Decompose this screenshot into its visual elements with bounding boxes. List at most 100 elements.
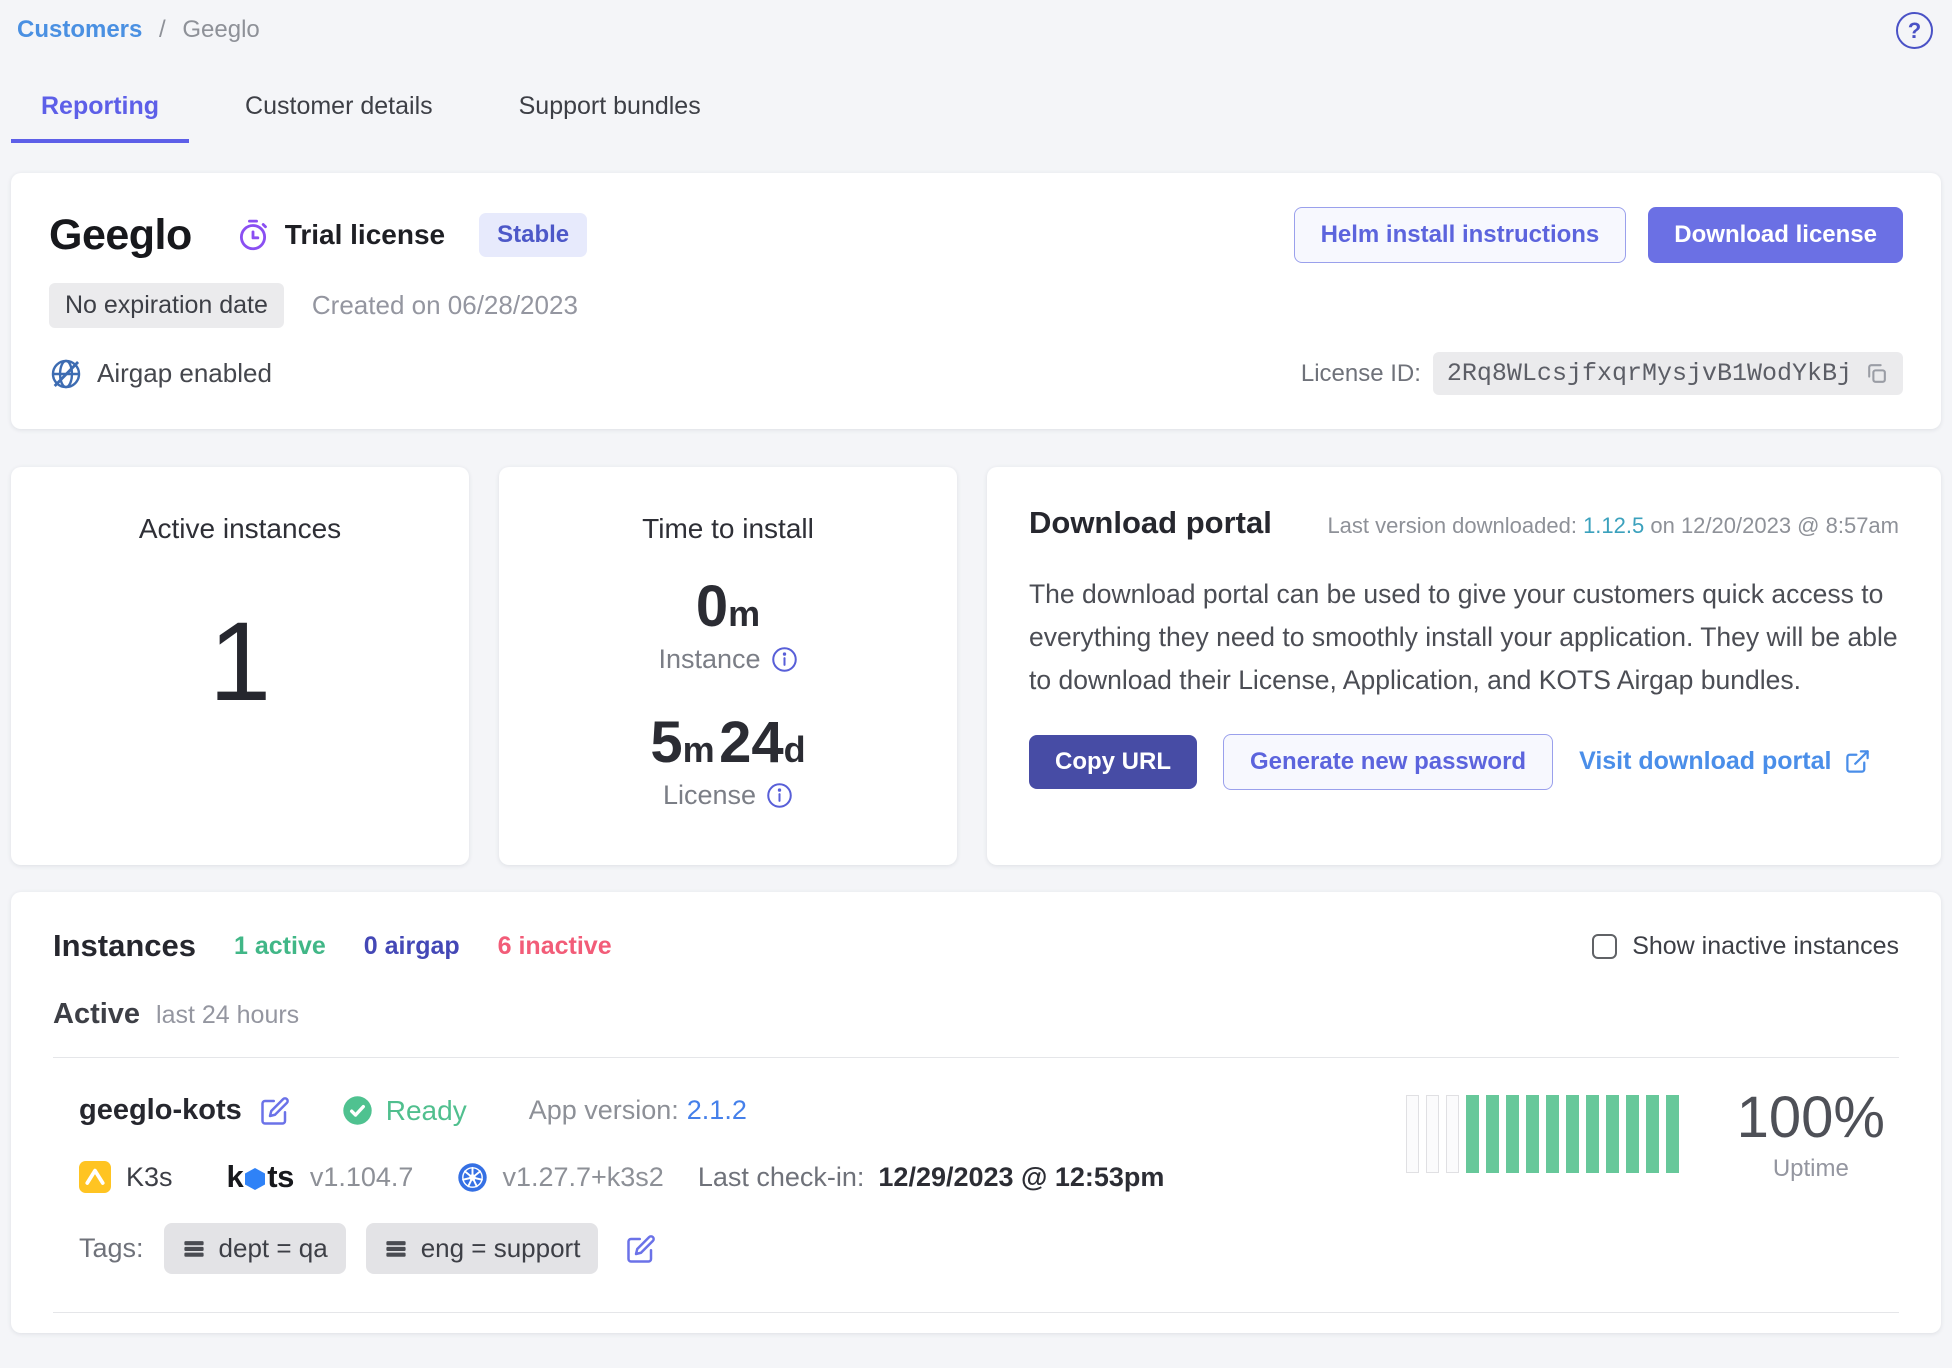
active-instances-value: 1: [11, 597, 469, 726]
kots-logo-o-icon: [245, 1168, 265, 1190]
download-license-button[interactable]: Download license: [1648, 207, 1903, 263]
active-section-header: Active last 24 hours: [53, 998, 1899, 1031]
uptime-bar: [1446, 1095, 1459, 1173]
download-portal-card: Download portal Last version downloaded:…: [987, 467, 1941, 865]
instances-card: Instances 1 active 0 airgap 6 inactive S…: [11, 892, 1941, 1333]
copy-url-button[interactable]: Copy URL: [1029, 735, 1197, 789]
help-icon[interactable]: ?: [1896, 12, 1933, 49]
active-section-subtitle: last 24 hours: [156, 1001, 299, 1030]
created-date: Created on 06/28/2023: [312, 290, 578, 321]
kots-logo-k: k: [227, 1159, 244, 1195]
tab-customer-details[interactable]: Customer details: [215, 82, 463, 143]
license-id-row: License ID: 2Rq8WLcsjfxqrMysjvB1WodYkBj: [1301, 352, 1903, 395]
license-install-days-value: 24: [719, 710, 784, 775]
copy-icon[interactable]: [1864, 361, 1889, 386]
kubernetes-version: v1.27.7+k3s2: [502, 1162, 663, 1193]
expiration-badge: No expiration date: [49, 283, 284, 328]
helm-install-instructions-button[interactable]: Helm install instructions: [1294, 207, 1627, 263]
tags-label: Tags:: [79, 1233, 144, 1264]
show-inactive-checkbox[interactable]: [1592, 934, 1617, 959]
active-section-title: Active: [53, 998, 140, 1031]
tag-pill: eng = support: [366, 1223, 599, 1274]
kots-version: v1.104.7: [310, 1162, 414, 1193]
ready-check-icon: [342, 1095, 373, 1126]
app-version: App version:2.1.2: [529, 1095, 747, 1126]
instances-header: Instances 1 active 0 airgap 6 inactive S…: [53, 928, 1899, 964]
show-inactive-label: Show inactive instances: [1632, 932, 1899, 961]
uptime-bars: [1406, 1095, 1679, 1173]
tags-row: Tags: dept = qaeng = support: [79, 1223, 1889, 1274]
customer-name: Geeglo: [49, 211, 192, 260]
tag-icon: [182, 1237, 206, 1261]
uptime-bar: [1426, 1095, 1439, 1173]
breadcrumb: Customers / Geeglo: [17, 16, 1935, 44]
tab-bar: Reporting Customer details Support bundl…: [11, 82, 1941, 143]
app-version-link[interactable]: 2.1.2: [687, 1095, 747, 1125]
download-portal-description: The download portal can be used to give …: [1029, 573, 1899, 702]
license-type-label: Trial license: [285, 219, 445, 251]
inactive-count: 6 inactive: [498, 932, 612, 961]
show-inactive-toggle[interactable]: Show inactive instances: [1592, 932, 1899, 961]
uptime-label: Uptime: [1737, 1155, 1885, 1183]
uptime-bar: [1586, 1095, 1599, 1173]
license-type: Trial license: [236, 218, 445, 252]
tag-icon: [384, 1237, 408, 1261]
time-to-install-card: Time to install 0m Instance 5m 24d Licen…: [499, 467, 957, 865]
uptime-value: 100%: [1737, 1084, 1885, 1151]
customer-summary-card: Geeglo Trial license Stable Helm install…: [11, 173, 1941, 429]
uptime-bar: [1486, 1095, 1499, 1173]
uptime-bar: [1626, 1095, 1639, 1173]
tags-list: dept = qaeng = support: [164, 1223, 599, 1274]
breadcrumb-customers-link[interactable]: Customers: [17, 16, 142, 43]
last-version-downloaded: Last version downloaded: 1.12.5 on 12/20…: [1327, 513, 1899, 539]
active-instances-card: Active instances 1: [11, 467, 469, 865]
instance-install-time-value: 0: [696, 574, 728, 639]
distro: K3s: [79, 1161, 173, 1193]
license-install-label-row: License: [499, 780, 957, 811]
breadcrumb-separator: /: [159, 16, 166, 43]
kots-logo: k ts: [227, 1159, 294, 1195]
instance-install-label: Instance: [658, 644, 760, 675]
instances-title: Instances: [53, 928, 196, 964]
last-version-prefix: Last version downloaded:: [1327, 513, 1577, 538]
distro-label: K3s: [126, 1162, 173, 1193]
visit-download-portal-label: Visit download portal: [1579, 747, 1831, 776]
instance-install-time: 0m: [499, 573, 957, 640]
info-icon[interactable]: [766, 782, 793, 809]
uptime-bar: [1526, 1095, 1539, 1173]
kots-version-group: k ts v1.104.7: [227, 1159, 414, 1195]
instance-row: geeglo-kots Ready App version:2.1.2: [53, 1058, 1899, 1274]
info-icon[interactable]: [771, 646, 798, 673]
instance-name: geeglo-kots: [79, 1094, 242, 1127]
active-instances-title: Active instances: [11, 513, 469, 545]
instance-install-time-unit: m: [728, 593, 760, 634]
license-install-months-value: 5: [650, 710, 682, 775]
edit-tags-icon[interactable]: [626, 1234, 656, 1264]
uptime-bar: [1566, 1095, 1579, 1173]
last-checkin-value: 12/29/2023 @ 12:53pm: [878, 1162, 1164, 1193]
visit-download-portal-link[interactable]: Visit download portal: [1579, 747, 1871, 776]
breadcrumb-current: Geeglo: [182, 16, 259, 43]
external-link-icon: [1844, 748, 1871, 775]
uptime-bar: [1406, 1095, 1419, 1173]
channel-badge: Stable: [479, 213, 587, 257]
instance-install-label-row: Instance: [499, 644, 957, 675]
generate-new-password-button[interactable]: Generate new password: [1223, 734, 1553, 790]
time-to-install-title: Time to install: [499, 513, 957, 545]
license-id-label: License ID:: [1301, 360, 1421, 388]
stats-row: Active instances 1 Time to install 0m In…: [11, 467, 1941, 865]
last-version-link[interactable]: 1.12.5: [1583, 513, 1644, 538]
uptime-panel: 100% Uptime: [1406, 1084, 1885, 1183]
download-portal-header: Download portal Last version downloaded:…: [1029, 505, 1899, 541]
edit-instance-name-icon[interactable]: [260, 1096, 290, 1126]
k3s-icon: [79, 1161, 111, 1193]
download-portal-actions: Copy URL Generate new password Visit dow…: [1029, 734, 1899, 790]
tab-support-bundles[interactable]: Support bundles: [489, 82, 731, 143]
uptime-bar: [1606, 1095, 1619, 1173]
tab-reporting[interactable]: Reporting: [11, 82, 189, 143]
license-id-value: 2Rq8WLcsjfxqrMysjvB1WodYkBj: [1447, 359, 1852, 388]
customer-header-row: Geeglo Trial license Stable Helm install…: [49, 207, 1903, 263]
license-install-months-unit: m: [683, 729, 715, 770]
divider: [53, 1312, 1899, 1313]
instance-status: Ready: [342, 1095, 467, 1127]
